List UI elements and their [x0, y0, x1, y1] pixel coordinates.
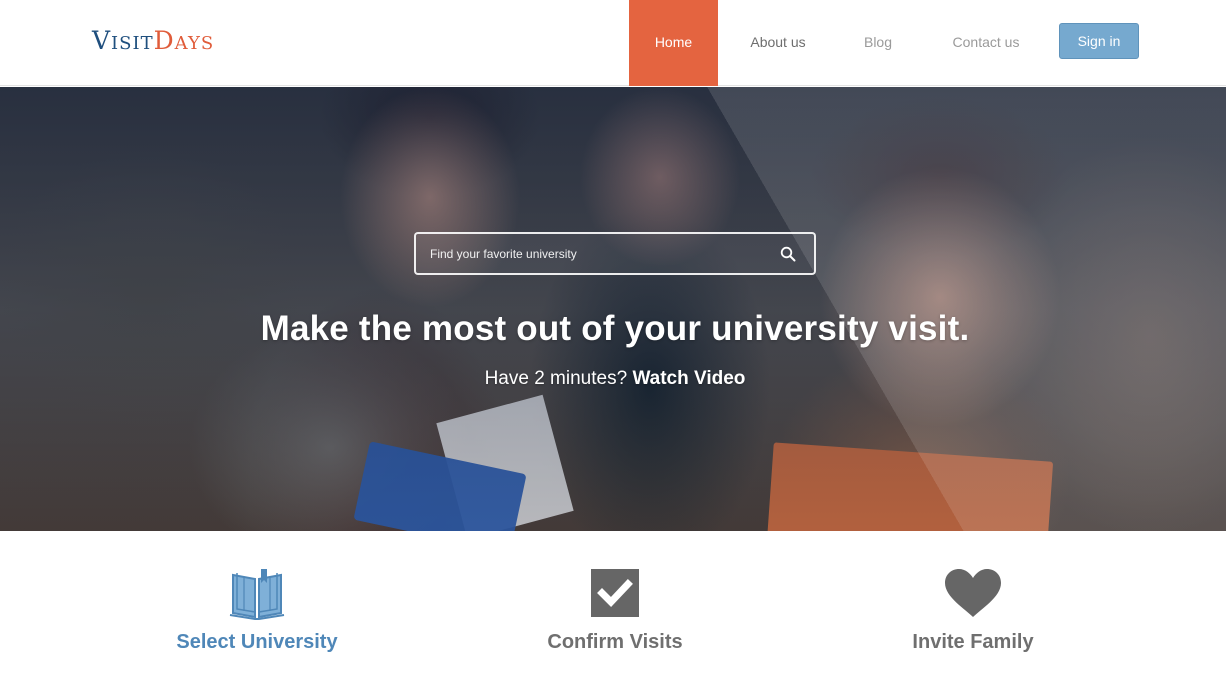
hero-subtext-prefix: Have 2 minutes?: [484, 368, 633, 389]
feature-label-confirm-visits: Confirm Visits: [547, 631, 683, 653]
hero-headline: Make the most out of your university vis…: [260, 309, 970, 348]
hero-banner: Make the most out of your university vis…: [0, 87, 1226, 531]
nav-home[interactable]: Home: [629, 0, 718, 86]
features-section: Select University Confirm Visits Invite …: [0, 531, 1226, 677]
hero-subtext: Have 2 minutes? Watch Video: [0, 368, 1226, 390]
feature-invite-family[interactable]: Invite Family: [853, 531, 1093, 677]
watch-video-link[interactable]: Watch Video: [632, 368, 745, 389]
feature-confirm-visits[interactable]: Confirm Visits: [495, 531, 735, 677]
open-book-icon: [229, 569, 285, 620]
checkbox-icon: [591, 569, 639, 617]
site-header: VisitDays Home About us Blog Contact us …: [0, 0, 1226, 86]
logo-text-visit: Visit: [92, 26, 154, 55]
heart-icon: [945, 569, 1001, 617]
nav-contact-us[interactable]: Contact us: [940, 0, 1032, 86]
search-input[interactable]: [430, 244, 760, 264]
logo[interactable]: VisitDays: [92, 26, 214, 55]
search-box: [414, 232, 816, 275]
feature-label-invite-family: Invite Family: [912, 631, 1034, 653]
nav-blog[interactable]: Blog: [852, 0, 904, 86]
logo-text-days: Days: [153, 26, 215, 55]
search-icon[interactable]: [780, 246, 796, 262]
feature-select-university[interactable]: Select University: [137, 531, 377, 677]
sign-in-button[interactable]: Sign in: [1059, 23, 1139, 59]
feature-label-select-university: Select University: [176, 631, 338, 653]
nav-about-us[interactable]: About us: [738, 0, 818, 86]
